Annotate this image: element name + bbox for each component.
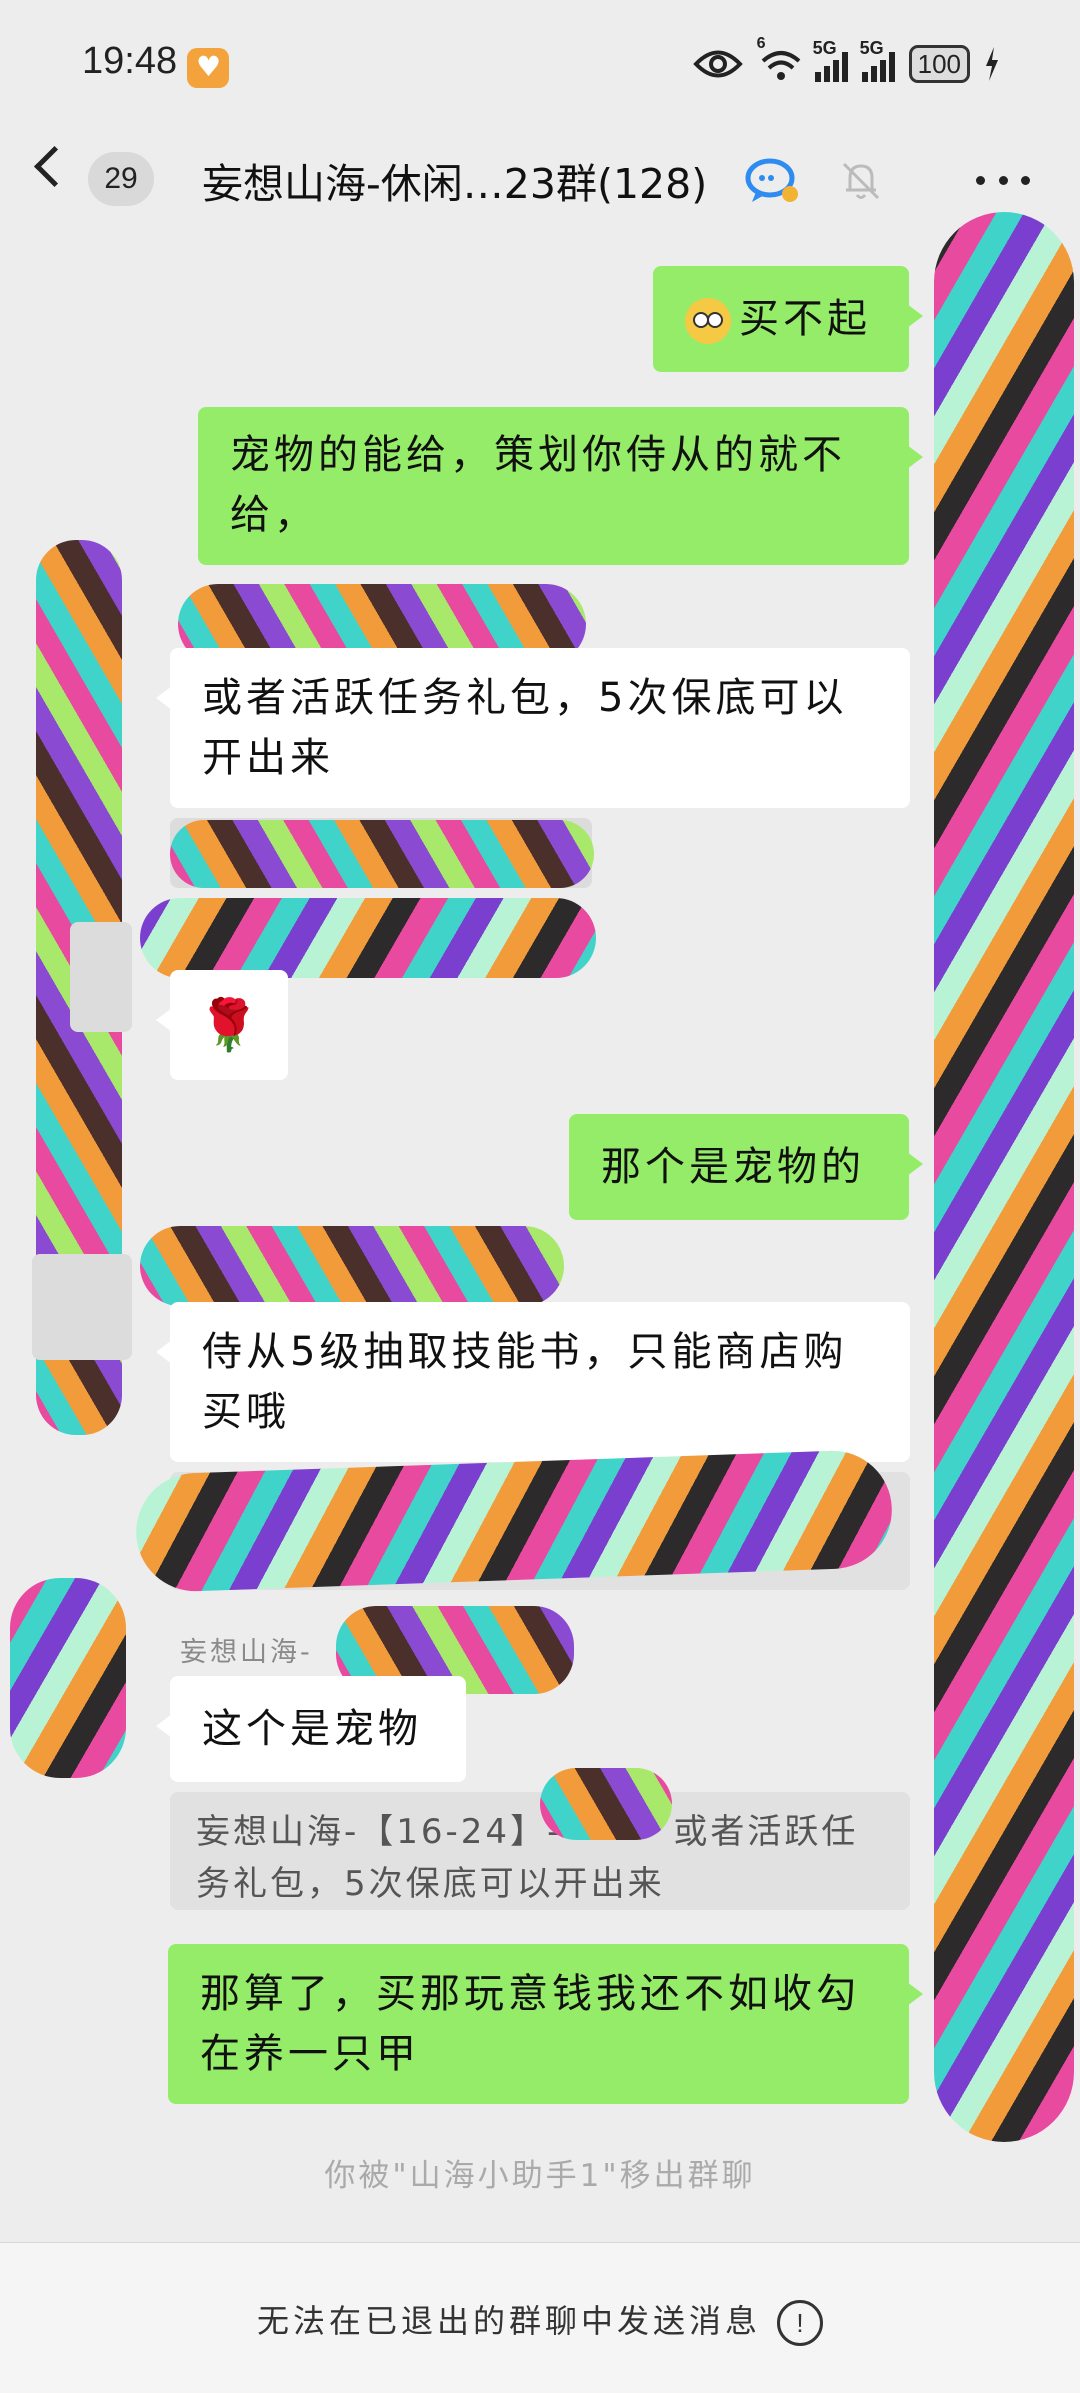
message-text: 那算了，买那玩意钱我还不如收勾在养一只甲 <box>200 1971 860 2077</box>
wifi-label: 6 <box>756 35 766 52</box>
message-outgoing[interactable]: 宠物的能给，策划你侍从的就不给， <box>198 407 923 565</box>
eye-icon <box>692 50 743 78</box>
system-notice: 你被"山海小助手1"移出群聊 <box>324 2158 756 2194</box>
avatar[interactable] <box>70 922 132 1032</box>
redacted-sender-name <box>140 1226 564 1306</box>
signal-icon-1: 5G <box>813 38 848 82</box>
quote-text: 妄想山海-【16-24】- 或者活跃任务礼包，5次保底可以开出来 <box>196 1812 859 1904</box>
redacted-text <box>170 820 594 888</box>
message-text: 买不起 <box>739 296 871 342</box>
footer-text: 无法在已退出的群聊中发送消息 <box>256 2302 761 2340</box>
message-incoming[interactable]: 或者活跃任务礼包，5次保底可以开出来 <box>156 648 910 808</box>
message-outgoing[interactable]: 那个是宠物的 <box>569 1114 923 1220</box>
message-incoming[interactable]: 侍从5级抽取技能书，只能商店购买哦 <box>156 1302 910 1462</box>
message-outgoing[interactable]: 买不起 <box>653 266 923 372</box>
rose-emoji: 🌹 <box>197 996 261 1054</box>
group-chat-icon[interactable] <box>744 156 800 204</box>
more-icon[interactable] <box>976 176 1030 186</box>
wifi-icon: 6 <box>757 35 801 83</box>
message-incoming[interactable]: 🌹 <box>156 970 288 1080</box>
message-outgoing[interactable]: 那算了，买那玩意钱我还不如收勾在养一只甲 <box>168 1944 923 2104</box>
app-notification-icon <box>187 48 229 88</box>
status-icons: 6 5G 5G 100 <box>692 35 1000 86</box>
status-time: 19:48 <box>82 40 178 82</box>
signal-label-2: 5G <box>859 38 884 58</box>
message-incoming[interactable]: 这个是宠物 <box>156 1676 466 1782</box>
disabled-input-notice: 无法在已退出的群聊中发送消息! <box>0 2296 1080 2346</box>
sender-name: 妄想山海- <box>180 1637 313 1668</box>
redacted-avatar-column <box>934 212 1074 2142</box>
message-text: 宠物的能给，策划你侍从的就不给， <box>230 432 846 538</box>
redacted-text <box>140 898 596 978</box>
message-text: 或者活跃任务礼包，5次保底可以开出来 <box>202 675 848 781</box>
message-text: 那个是宠物的 <box>601 1144 865 1190</box>
message-text: 侍从5级抽取技能书，只能商店购买哦 <box>202 1329 848 1435</box>
signal-icon-2: 5G <box>860 38 895 82</box>
shocked-face-emoji <box>685 298 731 344</box>
redacted-avatar <box>10 1578 126 1778</box>
signal-label-1: 5G <box>812 38 837 58</box>
battery-indicator: 100 <box>908 45 970 83</box>
avatar[interactable] <box>32 1254 132 1360</box>
page-title: 妄想山海-休闲…23群(128) <box>202 160 708 208</box>
unread-count-badge[interactable]: 29 <box>88 152 154 206</box>
mute-bell-icon[interactable] <box>838 158 884 204</box>
redacted-text <box>540 1768 672 1840</box>
message-text: 这个是宠物 <box>202 1706 422 1752</box>
info-icon[interactable]: ! <box>777 2300 823 2346</box>
charging-icon <box>986 47 998 81</box>
